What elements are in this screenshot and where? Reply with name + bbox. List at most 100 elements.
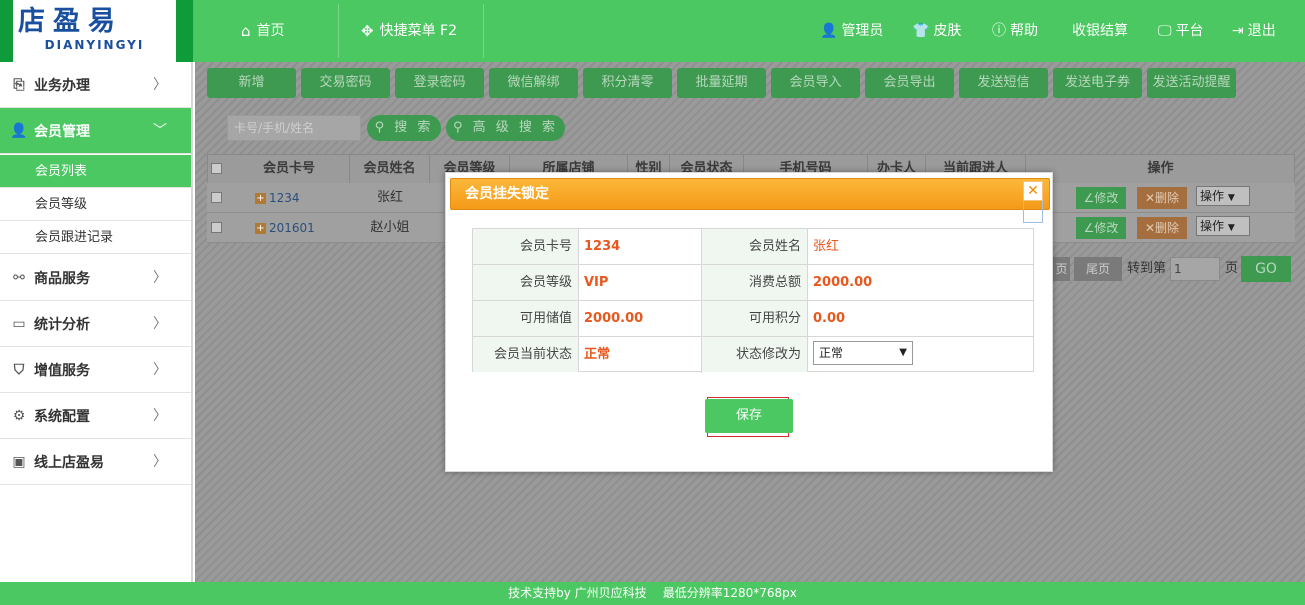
member-level-label: 会员等级: [473, 265, 579, 300]
logout-icon: ⇥: [1232, 23, 1244, 39]
total-spend-value: 2000.00: [813, 275, 873, 290]
nav-admin[interactable]: 👤 管理员: [820, 0, 883, 62]
expand-icon[interactable]: +: [255, 223, 266, 234]
sidebar-item-business[interactable]: ⎘ 业务办理 〉: [0, 62, 191, 108]
info-row: 可用储值 2000.00 可用积分 0.00: [473, 301, 1033, 337]
shirt-icon: 👕: [912, 23, 930, 39]
value-added-icon: ⛉: [13, 361, 25, 378]
subnav-member-level[interactable]: 会员等级: [0, 188, 191, 221]
send-sms-button[interactable]: 发送短信: [959, 68, 1048, 98]
member-name-label: 会员姓名: [702, 229, 808, 264]
chevron-right-icon: 〉: [153, 454, 167, 470]
batch-extend-button[interactable]: 批量延期: [677, 68, 766, 98]
ops-dropdown[interactable]: 操作 ▼: [1196, 186, 1250, 206]
nav-logout[interactable]: ⇥ 退出: [1232, 0, 1276, 62]
nav-help[interactable]: ⓘ 帮助: [992, 0, 1038, 62]
clear-points-button[interactable]: 积分清零: [583, 68, 672, 98]
close-button[interactable]: ✕: [1023, 181, 1043, 223]
nav-divider: [483, 4, 484, 58]
add-button[interactable]: 新增: [207, 68, 296, 98]
row-member-name: 张红: [376, 190, 403, 205]
footer: 技术支持by 广州贝应科技 最低分辨率1280*768px: [0, 582, 1305, 605]
nav-quick-menu[interactable]: ✥ 快捷菜单 F2: [361, 0, 457, 62]
ops-dropdown[interactable]: 操作 ▼: [1196, 216, 1250, 236]
send-ecoupon-button[interactable]: 发送电子券: [1053, 68, 1142, 98]
info-row: 会员等级 VIP 消费总额 2000.00: [473, 265, 1033, 301]
edit-button[interactable]: ∠修改: [1076, 217, 1126, 239]
expand-icon[interactable]: +: [255, 193, 266, 204]
export-members-button[interactable]: 会员导出: [865, 68, 954, 98]
balance-value: 2000.00: [584, 311, 644, 326]
nav-platform[interactable]: 🖵 平台: [1158, 0, 1204, 62]
nav-quick-menu-label: 快捷菜单 F2: [379, 23, 457, 39]
prev-page-button[interactable]: 页: [1053, 257, 1070, 281]
sidebar-item-label: 业务办理: [34, 77, 90, 94]
delete-label: 删除: [1155, 221, 1180, 235]
chevron-right-icon: 〉: [153, 77, 167, 93]
logo-subtext: DIANYINGYI: [44, 38, 145, 52]
sidebar-item-value-added[interactable]: ⛉ 增值服务 〉: [0, 347, 191, 393]
send-event-reminder-button[interactable]: 发送活动提醒: [1147, 68, 1236, 98]
last-page-button[interactable]: 尾页: [1074, 257, 1122, 281]
close-icon: ✕: [1027, 183, 1039, 199]
trade-password-button[interactable]: 交易密码: [301, 68, 390, 98]
nav-checkout[interactable]: 收银结算: [1072, 0, 1128, 62]
delete-label: 删除: [1155, 191, 1180, 205]
nav-skin[interactable]: 👕 皮肤: [912, 0, 961, 62]
nav-platform-label: 平台: [1175, 23, 1204, 39]
current-status-value: 正常: [584, 347, 611, 362]
row-card-number[interactable]: +201601: [255, 213, 315, 243]
sidebar-item-label: 会员管理: [34, 123, 90, 140]
page-input[interactable]: 1: [1170, 257, 1220, 281]
info-row: 会员当前状态 正常 状态修改为 正常 ▼: [473, 337, 1033, 373]
wechat-unbind-button[interactable]: 微信解绑: [489, 68, 578, 98]
login-password-button[interactable]: 登录密码: [395, 68, 484, 98]
search-input[interactable]: 卡号/手机/姓名: [227, 115, 361, 141]
card-link[interactable]: 201601: [269, 221, 315, 235]
sidebar-item-stats[interactable]: ▭ 统计分析 〉: [0, 301, 191, 347]
sidebar-item-goods[interactable]: ⚯ 商品服务 〉: [0, 255, 191, 301]
advanced-search-button[interactable]: ⚲ 高 级 搜 索: [446, 115, 565, 141]
footer-resolution: 最低分辨率1280*768px: [662, 586, 797, 600]
subnav-member-follow[interactable]: 会员跟进记录: [0, 221, 191, 254]
go-button[interactable]: GO: [1241, 256, 1291, 282]
points-label: 可用积分: [702, 301, 808, 336]
dialog-title: 会员挂失锁定: [450, 178, 1050, 210]
ops-label: 操作: [1200, 219, 1225, 233]
user-icon: 👤: [820, 23, 838, 39]
member-name-value: 张红: [813, 239, 840, 254]
sidebar-item-settings[interactable]: ⚙ 系统配置 〉: [0, 393, 191, 439]
brand-logo[interactable]: 店盈易 DIANYINGYI: [0, 0, 193, 62]
chevron-down-icon: ▼: [1227, 193, 1235, 203]
search-icon: ⚲: [452, 120, 466, 135]
import-members-button[interactable]: 会员导入: [771, 68, 860, 98]
row-card-number[interactable]: +1234: [255, 183, 300, 213]
row-checkbox[interactable]: [211, 222, 222, 233]
search-button[interactable]: ⚲ 搜 索: [367, 115, 441, 141]
search-button-label: 搜 索: [394, 120, 434, 135]
sidebar: ⎘ 业务办理 〉 👤 会员管理 ﹀ 会员列表 会员等级 会员跟进记录 ⚯ 商品服…: [0, 62, 193, 582]
sidebar-item-members[interactable]: 👤 会员管理 ﹀: [0, 108, 191, 154]
subnav-member-list[interactable]: 会员列表: [0, 155, 191, 188]
close-icon: ✕: [1144, 191, 1156, 205]
save-button[interactable]: 保存: [705, 399, 793, 433]
card-link[interactable]: 1234: [269, 191, 300, 205]
nav-home[interactable]: ⌂ 首页: [241, 0, 285, 62]
total-spend-label: 消费总额: [702, 265, 808, 300]
ops-label: 操作: [1200, 189, 1225, 203]
row-member-name: 赵小姐: [370, 220, 410, 235]
delete-button[interactable]: ✕删除: [1137, 217, 1187, 239]
nav-admin-label: 管理员: [841, 23, 884, 39]
member-level-value: VIP: [584, 275, 609, 290]
edit-button[interactable]: ∠修改: [1076, 187, 1126, 209]
goto-label: 转到第: [1127, 261, 1167, 276]
nav-logout-label: 退出: [1247, 23, 1276, 39]
business-icon: ⎘: [13, 76, 25, 93]
delete-button[interactable]: ✕删除: [1137, 187, 1187, 209]
status-select[interactable]: 正常 ▼: [813, 341, 913, 365]
row-checkbox[interactable]: [211, 192, 222, 203]
current-status-label: 会员当前状态: [473, 337, 579, 372]
select-all-checkbox[interactable]: [211, 163, 222, 174]
sidebar-item-online[interactable]: ▣ 线上店盈易 〉: [0, 439, 191, 485]
settings-icon: ⚙: [12, 407, 26, 424]
